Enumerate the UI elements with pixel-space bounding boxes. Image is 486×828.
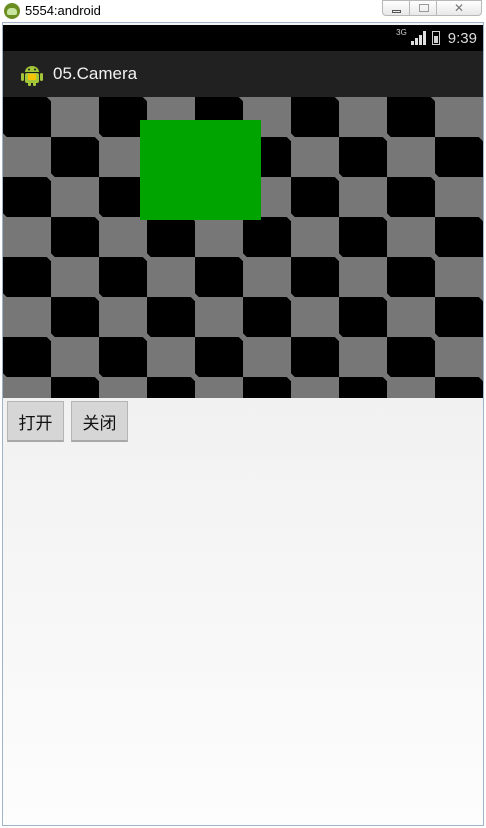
content-area	[3, 398, 483, 825]
status-time: 9:39	[447, 29, 477, 47]
camera-preview	[3, 97, 483, 398]
android-icon	[21, 66, 43, 86]
signal-icon	[410, 31, 426, 45]
maximize-button[interactable]	[409, 0, 437, 16]
device-screen: 3G 9:39 05.Camera 打开 关闭	[2, 22, 484, 826]
emulator-icon	[4, 3, 20, 19]
open-button[interactable]: 打开	[7, 401, 64, 442]
network-type-label: 3G	[396, 27, 407, 37]
close-window-button[interactable]: ✕	[436, 0, 482, 16]
status-bar: 3G 9:39	[3, 25, 483, 51]
status-icons: 3G 9:39	[396, 25, 483, 51]
app-title: 05.Camera	[53, 64, 138, 83]
minimize-icon	[392, 10, 401, 13]
green-square	[140, 120, 261, 220]
minimize-button[interactable]	[382, 0, 410, 16]
window-title: 5554:android	[25, 3, 101, 18]
maximize-icon	[419, 4, 429, 12]
battery-icon	[431, 31, 440, 45]
close-button[interactable]: 关闭	[71, 401, 128, 442]
action-bar: 05.Camera	[3, 51, 483, 99]
window-titlebar: 5554:android ✕	[0, 0, 486, 22]
close-icon: ✕	[453, 1, 465, 15]
